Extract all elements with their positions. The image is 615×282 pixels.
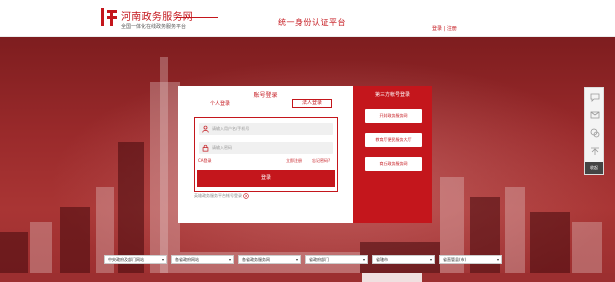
register-now-link[interactable]: 立即注册 <box>286 158 302 164</box>
chat-icon[interactable] <box>590 92 600 102</box>
third-party-button-kaifeng[interactable]: 开封政务服务网 <box>365 109 422 123</box>
select-counties-label: 省直管县(市) <box>443 257 467 262</box>
site-subtitle: 全国一体化在线政务服务平台 <box>121 24 187 30</box>
page: 河南政务服务网 全国一体化在线政务服务平台 统一身份认证平台 登录 | 注册 账… <box>0 0 615 282</box>
help-link[interactable]: 英雄政务服务平台帐号登录 <box>194 193 249 199</box>
login-card: 账号登录 个人登录 法人登录 请输入用户名/手机号 请输入密码 CA登录 立即注… <box>178 86 353 223</box>
top-auth-links: 登录 | 注册 <box>432 25 457 32</box>
select-provincial-gov-label: 各省政府网站 <box>175 257 199 262</box>
chevron-down-icon: ▾ <box>161 257 164 262</box>
select-provincial-service[interactable]: 各省政务服务网 ▾ <box>238 255 301 264</box>
message-icon[interactable] <box>590 110 600 120</box>
platform-title: 统一身份认证平台 <box>278 18 346 27</box>
third-party-heading: 第三方帐号登录 <box>374 92 410 98</box>
username-field[interactable]: 请输入用户名/手机号 <box>199 123 333 135</box>
site-header: 河南政务服务网 全国一体化在线政务服务平台 统一身份认证平台 登录 | 注册 <box>0 0 615 37</box>
comments-icon[interactable] <box>590 128 600 138</box>
chevron-down-icon: ▾ <box>496 257 499 262</box>
back-to-top-icon[interactable] <box>590 146 600 156</box>
third-party-button-education[interactable]: 教育厅便民服务大厅 <box>365 133 422 147</box>
login-link[interactable]: 登录 <box>432 26 442 32</box>
chevron-down-icon: ▾ <box>362 257 365 262</box>
select-provincial-depts[interactable]: 省政府部门 ▾ <box>305 255 368 264</box>
tab-personal-login[interactable]: 个人登录 <box>210 100 230 107</box>
footer-badge <box>362 273 422 282</box>
help-text: 英雄政务服务平台帐号登录 <box>194 193 242 198</box>
register-link[interactable]: 注册 <box>447 26 457 32</box>
chevron-down-icon: ▾ <box>228 257 231 262</box>
floating-toolbar: 收起 <box>584 87 604 175</box>
collapse-button[interactable]: 收起 <box>585 162 603 174</box>
arrow-circle-icon <box>243 193 249 199</box>
link-separator: | <box>443 26 446 32</box>
select-provincial-depts-label: 省政府部门 <box>309 257 329 262</box>
lock-icon <box>202 144 209 152</box>
select-central-gov-label: 中央政府及部门网站 <box>108 257 144 262</box>
password-field[interactable]: 请输入密码 <box>199 142 333 154</box>
user-icon <box>202 125 209 133</box>
ca-login-link[interactable]: CA登录 <box>198 158 212 164</box>
password-placeholder: 请输入密码 <box>212 145 232 150</box>
third-party-panel: 第三方帐号登录 开封政务服务网 教育厅便民服务大厅 商丘政务服务网 <box>353 86 432 223</box>
select-cities-label: 省辖市 <box>376 257 388 262</box>
select-central-gov[interactable]: 中央政府及部门网站 ▾ <box>104 255 167 264</box>
select-provincial-gov[interactable]: 各省政府网站 ▾ <box>171 255 234 264</box>
select-cities[interactable]: 省辖市 ▾ <box>372 255 435 264</box>
username-placeholder: 请输入用户名/手机号 <box>212 126 250 131</box>
login-form: 请输入用户名/手机号 请输入密码 CA登录 立即注册 忘记密码? 登录 <box>194 117 338 192</box>
select-counties[interactable]: 省直管县(市) ▾ <box>439 255 502 264</box>
select-provincial-service-label: 各省政务服务网 <box>242 257 270 262</box>
site-logo-icon <box>101 8 117 26</box>
login-card-heading: 账号登录 <box>253 92 278 99</box>
site-title[interactable]: 河南政务服务网 <box>121 8 193 23</box>
login-button[interactable]: 登录 <box>197 170 335 187</box>
third-party-button-shangqiu[interactable]: 商丘政务服务网 <box>365 157 422 171</box>
tab-active-underline <box>176 17 218 18</box>
tab-legal-login[interactable]: 法人登录 <box>292 99 332 108</box>
forgot-password-link[interactable]: 忘记密码? <box>312 158 330 164</box>
chevron-down-icon: ▾ <box>429 257 432 262</box>
chevron-down-icon: ▾ <box>295 257 298 262</box>
footer-strip <box>0 273 615 282</box>
